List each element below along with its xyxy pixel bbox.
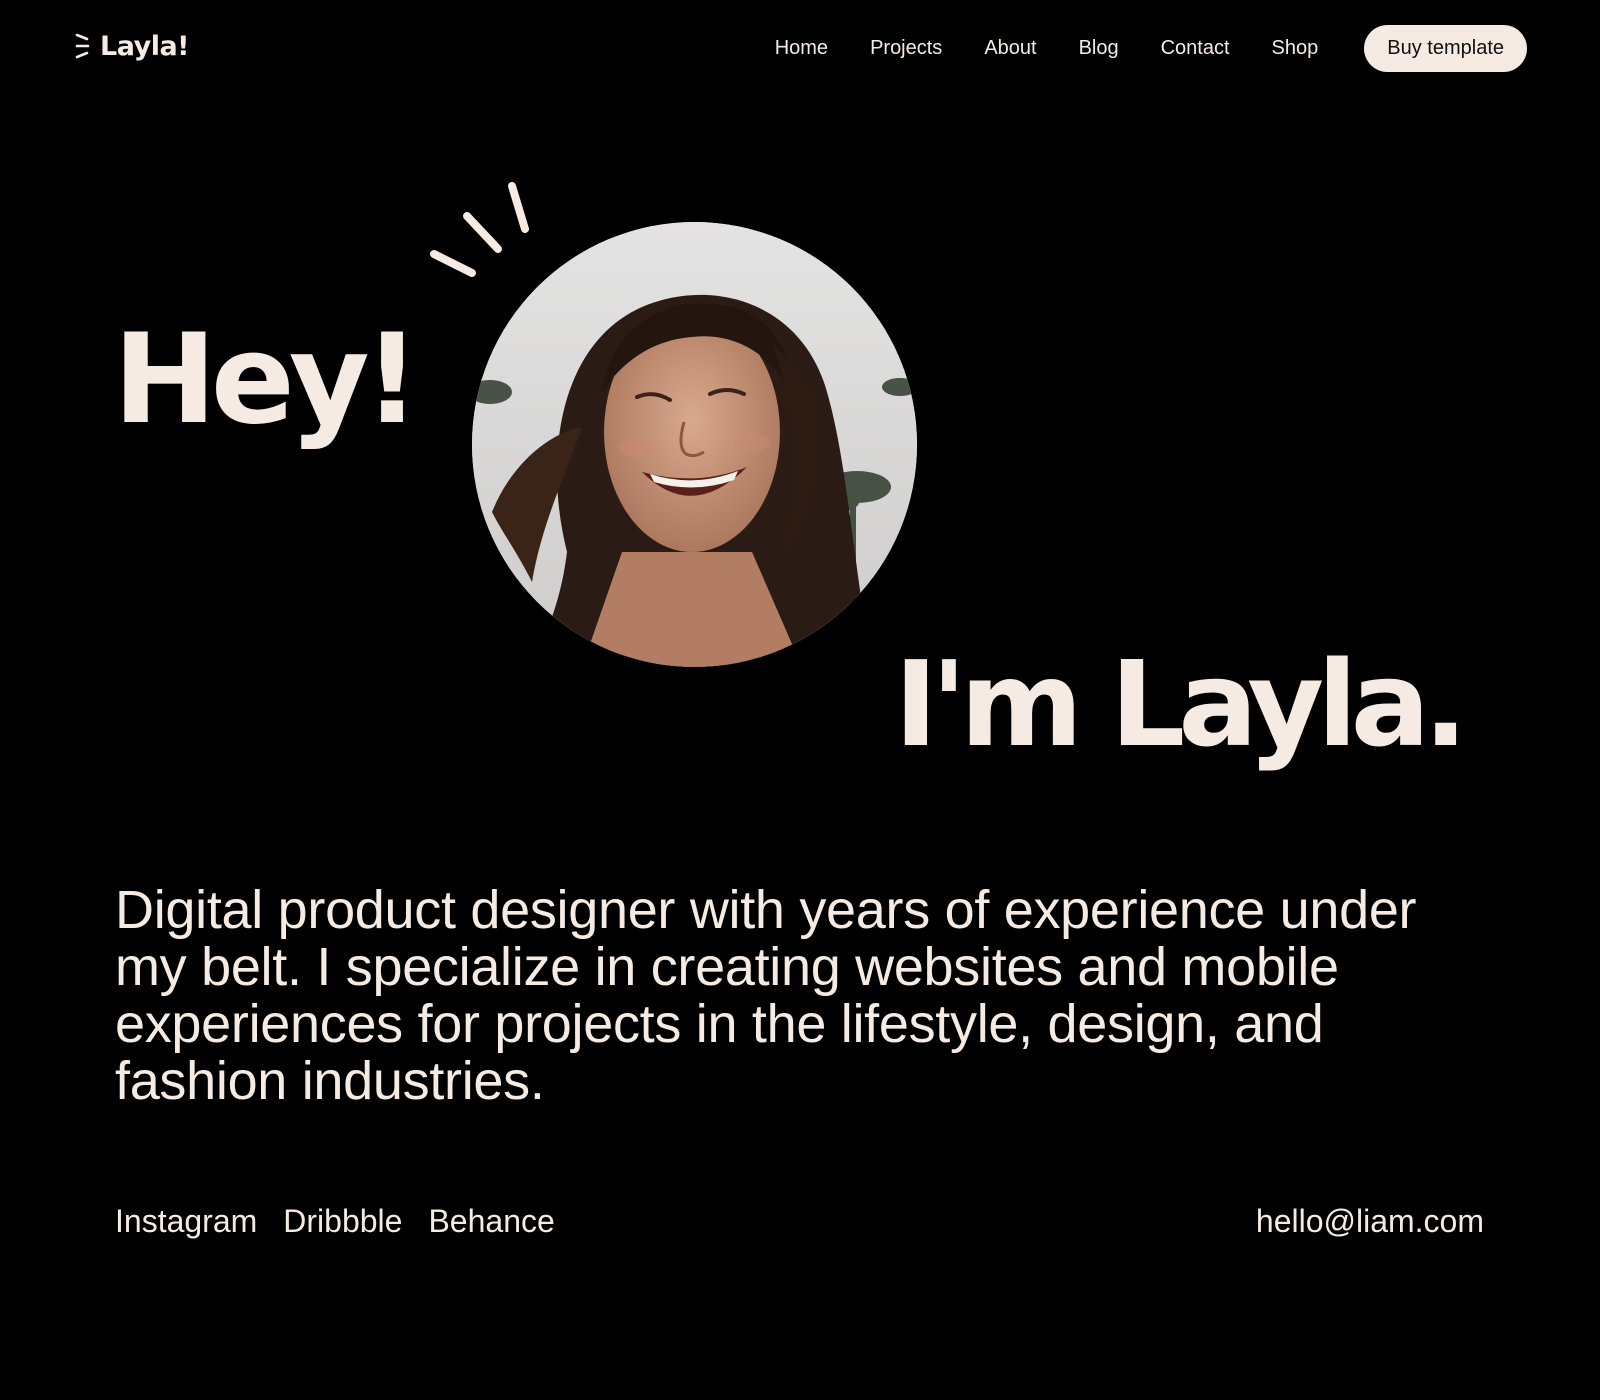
- behance-link[interactable]: Behance: [428, 1203, 554, 1240]
- bio-text: Digital product designer with years of e…: [115, 880, 1417, 1111]
- social-links: Instagram Dribbble Behance: [115, 1203, 555, 1240]
- sparkle-lines-icon: [75, 33, 90, 59]
- nav-home[interactable]: Home: [775, 37, 828, 60]
- main-nav: Home Projects About Blog Contact Shop Bu…: [775, 24, 1527, 72]
- nav-contact[interactable]: Contact: [1161, 37, 1230, 60]
- hero-name: I'm Layla.: [894, 635, 1468, 773]
- logo-link[interactable]: Layla!: [74, 30, 189, 62]
- nav-about[interactable]: About: [984, 37, 1036, 60]
- email-link[interactable]: hello@liam.com: [1256, 1203, 1484, 1240]
- buy-template-button[interactable]: Buy template: [1364, 24, 1527, 72]
- logo-text: Layla!: [100, 30, 189, 62]
- hero-greeting: Hey!: [113, 308, 420, 452]
- profile-photo: [472, 222, 917, 667]
- nav-shop[interactable]: Shop: [1272, 37, 1319, 60]
- nav-blog[interactable]: Blog: [1079, 37, 1119, 60]
- instagram-link[interactable]: Instagram: [115, 1203, 257, 1240]
- sparkle-lines-icon: [430, 182, 529, 277]
- nav-projects[interactable]: Projects: [870, 37, 942, 60]
- dribbble-link[interactable]: Dribbble: [283, 1203, 402, 1240]
